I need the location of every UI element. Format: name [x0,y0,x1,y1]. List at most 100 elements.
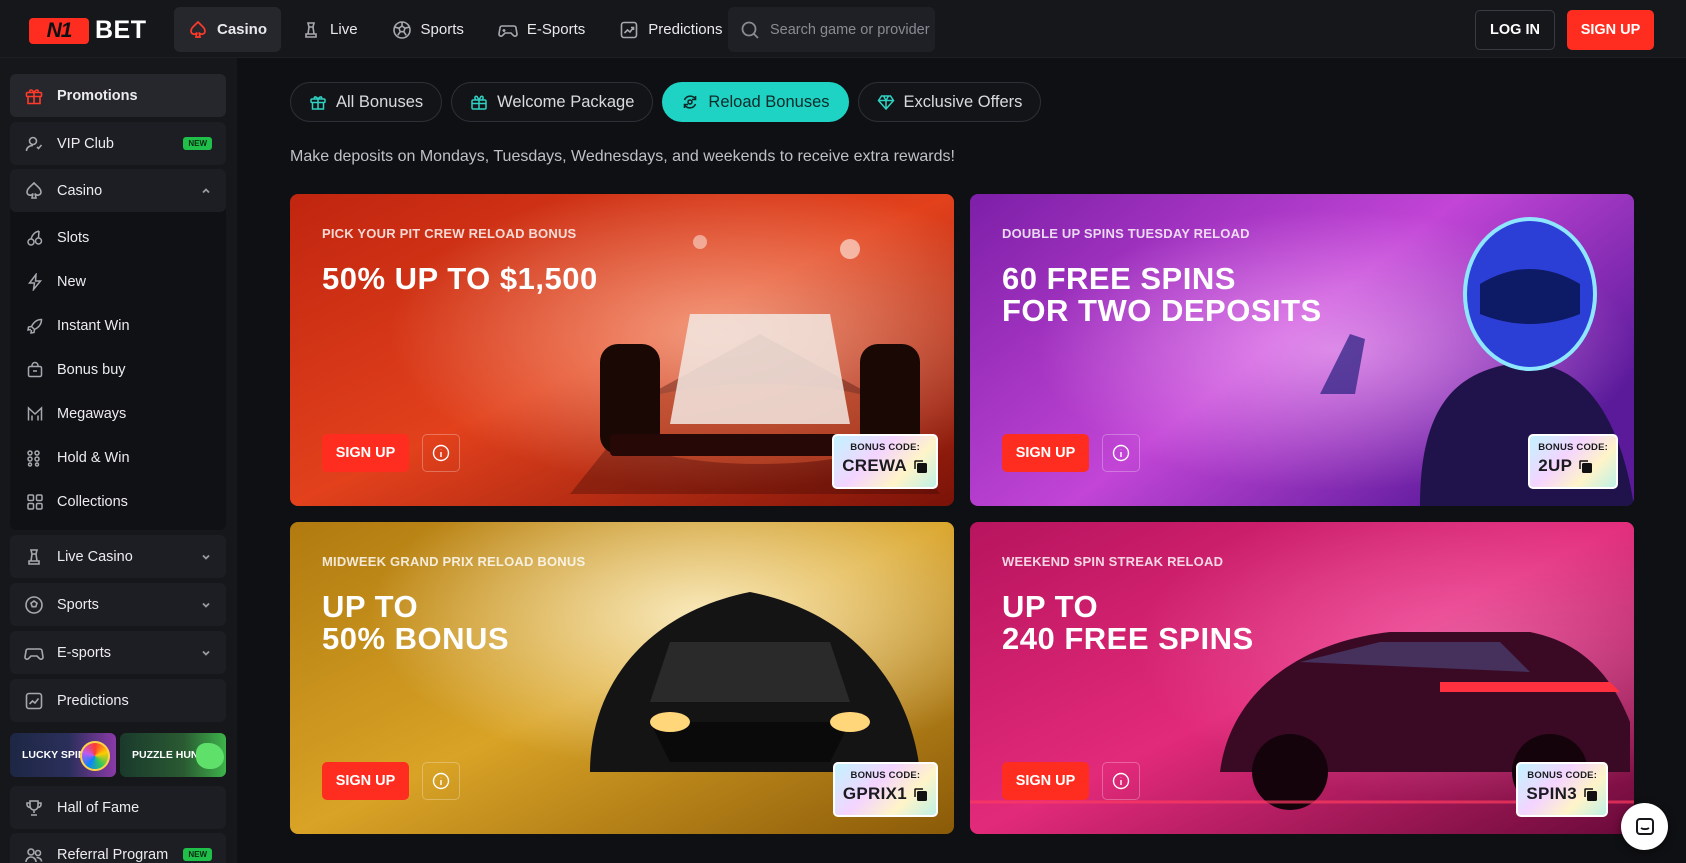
bonus-card-spin-streak: WEEKEND SPIN STREAK RELOAD UP TO 240 FRE… [970,522,1634,834]
soccer-ball-icon [24,595,44,615]
sidebar-item-label: Bonus buy [57,362,126,378]
main-content: All Bonuses Welcome Package Reload Bonus… [237,58,1686,863]
tab-reload-bonuses[interactable]: Reload Bonuses [662,82,849,122]
chat-icon [1633,815,1657,839]
tile-puzzle-hunt[interactable]: PUZZLE HUNT [120,733,226,777]
bonus-code-box[interactable]: BONUS CODE: SPIN3 [1516,762,1608,817]
bonus-code-value: 2UP [1538,456,1573,475]
card-signup-button[interactable]: SIGN UP [322,434,409,472]
bonus-card-double-up: DOUBLE UP SPINS TUESDAY RELOAD 60 FREE S… [970,194,1634,506]
tile-lucky-spin[interactable]: LUCKY SPIN [10,733,116,777]
sidebar-item-megaways[interactable]: Megaways [26,396,126,432]
copy-icon[interactable] [913,459,928,474]
sidebar-item-slots[interactable]: Slots [26,220,89,256]
sidebar-item-bonus-buy[interactable]: Bonus buy [26,352,126,388]
bonus-card-pit-crew: PICK YOUR PIT CREW RELOAD BONUS 50% UP T… [290,194,954,506]
logo-text: BET [95,16,147,44]
card-label: MIDWEEK GRAND PRIX RELOAD BONUS [322,554,586,569]
search-box[interactable] [728,7,935,52]
sidebar-item-hall-of-fame[interactable]: Hall of Fame [10,786,226,829]
brand-logo[interactable]: N1 BET [29,16,147,45]
coins-grid-icon [26,449,44,467]
search-input[interactable] [770,21,930,38]
sidebar-item-casino[interactable]: Casino [10,169,226,212]
bonus-code-box[interactable]: BONUS CODE: CREWA [832,434,938,489]
card-signup-button[interactable]: SIGN UP [1002,762,1089,800]
chat-launcher-button[interactable] [1621,803,1668,850]
copy-icon[interactable] [1583,787,1598,802]
trophy-icon [24,798,44,818]
card-info-button[interactable] [1102,434,1140,472]
megaways-icon [26,405,44,423]
tab-label: Welcome Package [497,92,635,111]
sidebar-item-live-casino[interactable]: Live Casino [10,535,226,578]
card-info-button[interactable] [1102,762,1140,800]
cherries-icon [26,229,44,247]
tile-label: PUZZLE HUNT [132,749,205,761]
info-icon [1112,444,1130,462]
sidebar-item-collections[interactable]: Collections [26,484,128,520]
card-info-button[interactable] [422,434,460,472]
copy-icon[interactable] [913,787,928,802]
bonus-code-value: GPRIX1 [842,784,907,803]
bonus-code-label: BONUS CODE: [850,442,920,453]
card-info-button[interactable] [422,762,460,800]
shopping-bag-icon [26,361,44,379]
sidebar-item-label: VIP Club [57,135,114,152]
card-signup-button[interactable]: SIGN UP [322,762,409,800]
reload-icon [681,93,699,111]
card-label: DOUBLE UP SPINS TUESDAY RELOAD [1002,226,1250,241]
nav-predictions[interactable]: Predictions [605,7,736,52]
signup-button[interactable]: SIGN UP [1567,10,1654,50]
tab-label: Exclusive Offers [903,92,1023,111]
bonus-code-box[interactable]: BONUS CODE: GPRIX1 [832,762,938,817]
card-signup-button[interactable]: SIGN UP [1002,434,1089,472]
nav-casino[interactable]: Casino [174,7,282,52]
bonus-card-grand-prix: MIDWEEK GRAND PRIX RELOAD BONUS UP TO 50… [290,522,954,834]
bonus-code-box[interactable]: BONUS CODE: 2UP [1528,434,1618,489]
card-label: WEEKEND SPIN STREAK RELOAD [1002,554,1224,569]
sidebar-item-sports[interactable]: Sports [10,583,226,626]
chevron-down-icon [200,647,212,659]
trend-chart-icon [24,691,44,711]
sidebar-item-referral[interactable]: Referral Program NEW [10,833,226,863]
login-button[interactable]: LOG IN [1475,10,1555,50]
bonus-code-label: BONUS CODE: [1538,442,1608,453]
wheel-icon [80,741,110,771]
tab-all-bonuses[interactable]: All Bonuses [290,82,443,122]
sidebar-item-label: Megaways [57,406,127,422]
chevron-down-icon [200,551,212,563]
tab-label: All Bonuses [336,92,424,111]
gift-icon [24,86,44,106]
gamepad-icon [24,643,44,663]
nav-live[interactable]: Live [287,7,372,52]
tab-welcome-package[interactable]: Welcome Package [451,82,654,122]
nav-sports[interactable]: Sports [378,7,478,52]
chevron-up-icon [200,185,212,197]
tab-exclusive-offers[interactable]: Exclusive Offers [857,82,1042,122]
diamond-icon [877,93,895,111]
nav-esports[interactable]: E-Sports [484,7,599,52]
gamepad-icon [498,20,518,40]
sidebar-item-instant-win[interactable]: Instant Win [26,308,130,344]
spade-icon [24,181,44,201]
spade-icon [188,20,208,40]
card-headline: 60 FREE SPINS FOR TWO DEPOSITS [1002,261,1322,328]
sidebar-item-hold-win[interactable]: Hold & Win [26,440,130,476]
sidebar-item-label: Sports [57,596,99,613]
sidebar-item-predictions[interactable]: Predictions [10,679,226,722]
nav-predictions-label: Predictions [648,21,723,38]
sidebar-item-label: Hold & Win [57,450,130,466]
nav-live-label: Live [330,21,358,38]
sidebar-item-label: New [57,274,87,290]
sidebar-item-label: Instant Win [57,318,130,334]
sidebar-item-esports[interactable]: E-sports [10,631,226,674]
tab-label: Reload Bonuses [708,92,830,111]
sidebar-item-label: Slots [57,230,90,246]
sidebar-item-vip[interactable]: VIP Club NEW [10,122,226,165]
gift-icon [309,93,327,111]
sidebar-item-promotions[interactable]: Promotions [10,74,226,117]
copy-icon[interactable] [1578,459,1593,474]
grid-icon [26,493,44,511]
sidebar-item-new[interactable]: New [26,264,86,300]
